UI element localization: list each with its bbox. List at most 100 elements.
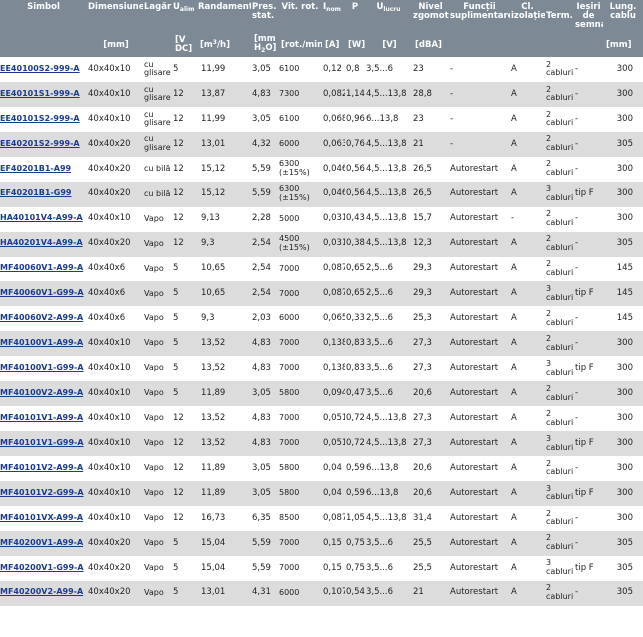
product-link[interactable]: EF40201B1-A99 [0,164,71,173]
cell-iesiri: tip F [575,363,594,374]
product-link[interactable]: EE40100S2-999-A [0,64,80,73]
col-header-nivel-zgomot[interactable]: Nivel zgomot [412,0,449,33]
cell-term: 2 cabluri [546,209,574,228]
col-header-inom[interactable]: Inom [322,0,345,33]
col-header-vit-rot[interactable]: Vit. rot. [278,0,322,33]
cell-term: 2 cabluri [546,309,574,327]
product-link[interactable]: MF40200V1-G99-A [0,563,84,572]
cell-simbol: EF40201B1-A99 [0,157,87,182]
cell-simbol: MF40100V1-A99-A [0,331,87,357]
product-link[interactable]: HA40101V4-A99-A [0,213,83,223]
randament-unit-pre: [m [200,40,213,51]
cell-pres-stat: 4,31 [251,580,278,606]
product-link[interactable]: MF40200V2-A99-A [0,587,83,597]
cell-lung-cablu: 305 [603,530,643,556]
product-link[interactable]: EE40201S2-999-A [0,139,80,148]
cell-ulucru: 4,5...13,8 [365,431,412,456]
cell-lung-cablu: 300 [603,480,643,506]
cell-ualim: 12 [172,480,197,506]
product-link[interactable]: MF40101V2-G99-A [0,488,84,497]
cell-term: 2 cabluri [546,458,574,477]
cell-nivel-zgomot: 23 [413,113,424,124]
cell-simbol: MF40060V1-G99-A [0,281,87,307]
cell-randament: 13,87 [197,81,251,107]
cell-p: 0,8 [346,63,360,74]
cell-randament: 10,65 [201,263,226,274]
col-header-cl-izolatie[interactable]: Cl. izolație [510,0,545,33]
cell-ualim: 12 [172,81,197,107]
cell-simbol: MF40060V2-A99-A [0,306,87,331]
cell-functii: Autorestart [449,181,510,207]
col-header-functii[interactable]: Funcții suplimentare [449,0,510,33]
cell-iesiri: tip F [574,181,603,207]
cell-cl-izolatie: A [510,231,545,257]
cell-cl-izolatie: A [510,580,545,606]
cell-functii: Autorestart [450,562,499,573]
product-link[interactable]: MF40100V1-A99-A [0,338,83,347]
col-header-dimensiune[interactable]: Dimensiune [87,0,143,33]
cell-inom: 0,094 [322,381,345,407]
pres-unit-post: O] [265,43,277,54]
col-header-randament[interactable]: Randament [197,0,251,33]
cell-randament: 11,89 [197,480,251,506]
cell-inom: 0,046 [322,181,345,207]
col-header-lung-cablu[interactable]: Lung. cablu [603,0,643,33]
product-link[interactable]: EE40101S1-999-A [0,89,80,98]
product-link[interactable]: MF40101V1-A99-A [0,413,83,422]
cell-inom: 0,087 [323,512,345,523]
product-link[interactable]: EF40201B1-G99 [0,188,71,198]
cell-ulucru: 4,5...13,8 [365,181,412,207]
cell-simbol: MF40200V1-A99-A [0,530,87,556]
cell-lung-cablu: 300 [603,431,643,456]
product-link[interactable]: MF40200V1-A99-A [0,538,83,547]
cell-lung-cablu: 305 [616,562,633,573]
cell-dimensiune: 40x40x20 [88,163,131,174]
cell-dimensiune: 40x40x10 [87,381,143,407]
cell-iesiri: - [574,530,603,556]
product-link[interactable]: EE40101S2-999-A [0,114,80,123]
cell-ualim: 5 [173,562,179,573]
cell-pres-stat: 3,05 [251,480,278,506]
product-link[interactable]: MF40100V2-A99-A [0,388,83,397]
product-link[interactable]: MF40101VX-A99-A [0,513,83,522]
table-row: MF40200V2-A99-A 40x40x20 Vapo 5 13,01 4,31 600… [0,580,643,606]
col-header-pres-stat[interactable]: Pres. stat. [251,0,278,33]
unit-ulucru: [V] [365,33,412,57]
cell-iesiri: - [575,462,579,473]
product-link[interactable]: MF40060V1-G99-A [0,288,84,297]
product-link[interactable]: MF40101V1-G99-A [0,438,84,447]
cell-pres-stat: 2,03 [252,313,271,324]
cell-cl-izolatie: A [511,63,517,74]
cell-p: 1,05 [346,512,365,523]
product-link[interactable]: MF40060V1-A99-A [0,263,83,272]
cell-iesiri: - [574,381,603,407]
cell-term: 2 cabluri [545,81,574,107]
cell-simbol: EE40101S1-999-A [0,81,87,107]
product-link[interactable]: MF40100V1-G99-A [0,363,84,372]
col-header-lagar[interactable]: Lagăr [143,0,172,33]
product-link[interactable]: HA40201V4-A99-A [0,238,83,247]
cell-ualim: 5 [172,281,197,307]
col-header-p[interactable]: P [345,0,365,33]
col-header-simbol[interactable]: Simbol [0,0,87,33]
cell-ulucru: 6...13,8 [366,462,399,473]
col-header-iesiri[interactable]: Ieșiri de semnal [574,0,603,33]
cell-lagar: cu bilă [144,163,171,173]
cell-pres-stat: 5,59 [251,530,278,556]
col-header-ulucru[interactable]: Ulucru [365,0,412,33]
cell-randament: 13,01 [197,131,251,157]
cell-cl-izolatie: A [510,281,545,307]
col-header-term[interactable]: Term. [545,0,574,33]
col-header-ualim[interactable]: Ualim [172,0,197,33]
unit-randament: [m3/h] [197,33,251,57]
cell-randament: 9,3 [197,231,251,257]
product-link[interactable]: MF40101V2-A99-A [0,463,83,472]
cell-cl-izolatie: A [511,263,517,274]
unit-lagar [143,33,172,57]
cell-term: 3 cabluri [546,358,574,377]
cell-inom: 0,031 [322,231,345,257]
product-link[interactable]: MF40060V2-A99-A [0,313,83,322]
cell-p: 0,54 [345,580,365,606]
unit-pres-stat: [mm H2O] [251,33,278,57]
cell-lung-cablu: 300 [616,512,633,523]
